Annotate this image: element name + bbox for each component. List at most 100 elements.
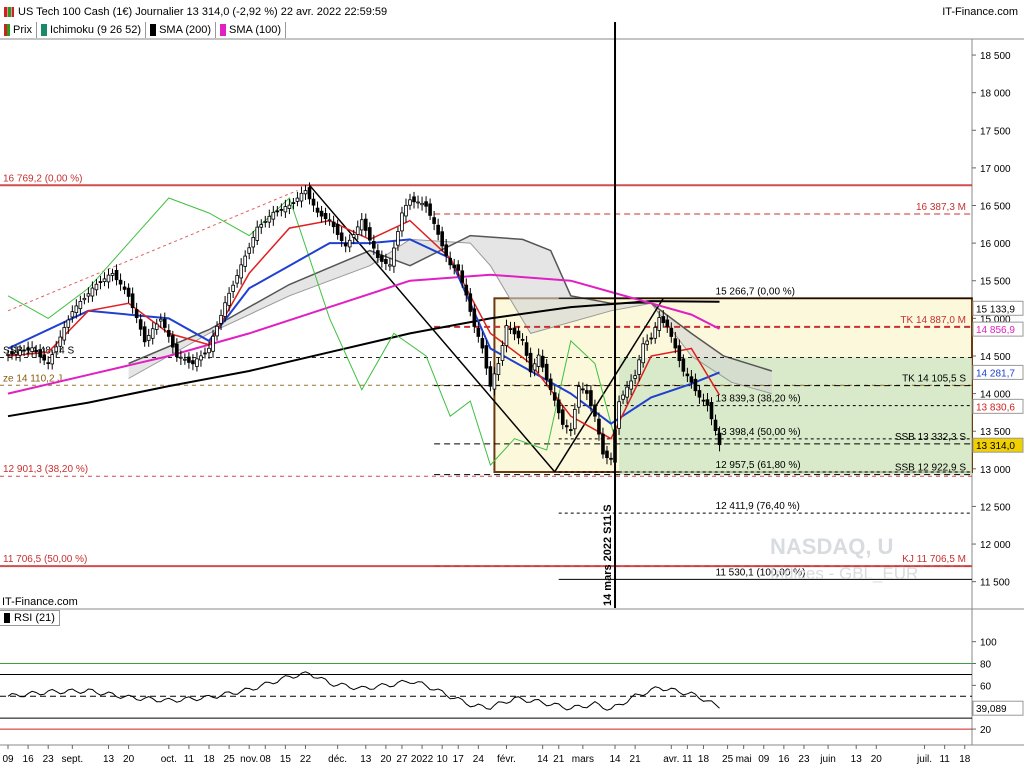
candle-body: [70, 311, 75, 318]
y-tick-label: 18 500: [980, 51, 1011, 62]
x-tick-label: 15: [280, 754, 292, 765]
x-tick-label: 10: [437, 754, 449, 765]
candle-body: [355, 226, 360, 235]
candle-body: [520, 338, 525, 341]
price-tag-label: 14 856,9: [976, 325, 1015, 336]
x-tick-label: nov.: [240, 754, 258, 765]
rsi-label: RSI (21): [14, 612, 55, 624]
candle-body: [404, 204, 408, 217]
candle-body: [227, 292, 231, 306]
rsi-legend[interactable]: RSI (21): [0, 610, 60, 626]
candle-body: [420, 202, 424, 206]
candle-body: [589, 390, 593, 407]
candle-body: [259, 224, 264, 228]
candle-body: [476, 327, 481, 337]
candle-body: [283, 206, 288, 213]
candle-body: [508, 328, 513, 331]
candle-body: [372, 241, 376, 249]
candle-body: [408, 199, 412, 206]
candle-body: [673, 338, 678, 349]
candle-body: [448, 257, 452, 266]
candle-body: [384, 259, 388, 264]
x-tick-label: 14: [609, 754, 621, 765]
y-tick-label: 12 500: [980, 502, 1011, 513]
candle-body: [552, 392, 557, 401]
x-tick-label: déc.: [328, 754, 347, 765]
candle-body: [102, 278, 107, 282]
legend-item-sma200[interactable]: SMA (200): [146, 22, 217, 38]
candle-body: [661, 316, 666, 324]
rsi-tick-label: 100: [980, 638, 997, 649]
legend-item-price[interactable]: Prix: [0, 22, 37, 38]
candle-body: [279, 208, 284, 211]
candle-body: [315, 207, 320, 213]
candle-body: [432, 217, 436, 224]
legend-swatch: [220, 24, 227, 36]
legend-label: SMA (100): [229, 24, 281, 36]
candle-body: [223, 302, 227, 317]
candle-body: [577, 386, 581, 408]
candle-body: [685, 373, 690, 377]
trend-line: [7, 190, 298, 312]
candle-body: [380, 255, 384, 262]
candle-body: [400, 212, 404, 232]
candle-body: [573, 408, 577, 430]
candle-body: [106, 274, 111, 283]
candle-body: [556, 399, 561, 414]
candle-body: [456, 264, 461, 271]
legend-item-sma100[interactable]: SMA (100): [216, 22, 286, 38]
candle-body: [440, 231, 444, 247]
legend-swatch: [40, 24, 47, 36]
y-tick-label: 14 500: [980, 352, 1011, 363]
candle-body: [18, 350, 22, 356]
x-tick-label: 08: [260, 754, 272, 765]
candle-body: [532, 363, 537, 371]
candle-body: [581, 388, 585, 391]
candle-body: [50, 354, 55, 365]
candle-body: [146, 335, 151, 341]
candle-body: [219, 314, 223, 324]
y-tick-label: 17 000: [980, 164, 1011, 175]
candle-body: [597, 418, 601, 435]
candle-body: [319, 210, 324, 217]
x-tick-label: avr.: [663, 754, 679, 765]
candle-body: [187, 356, 191, 363]
legend-swatch: [4, 24, 10, 36]
candle-body: [255, 226, 260, 241]
candle-body: [392, 247, 396, 267]
x-tick-label: 25: [722, 754, 734, 765]
candle-body: [460, 270, 465, 283]
candle-body: [641, 343, 645, 364]
x-tick-label: 11: [682, 754, 693, 765]
x-tick-label: 09: [2, 754, 14, 765]
candle-body: [118, 279, 123, 285]
x-tick-label: 20: [380, 754, 392, 765]
candle-body: [339, 232, 344, 241]
watermark-market: Indices - GBL_EUR: [770, 564, 919, 583]
candle-body: [516, 330, 521, 339]
fib-level-label: 13 839,3 (38,20 %): [716, 394, 801, 405]
candle-body: [436, 224, 440, 235]
candle-body: [191, 360, 195, 365]
candle-body: [14, 351, 18, 355]
candle-body: [536, 354, 541, 367]
candle-body: [504, 325, 509, 347]
level-label: SSB 13 332,3 S: [895, 432, 966, 443]
y-tick-label: 13 500: [980, 427, 1011, 438]
rsi-tick-label: 20: [980, 725, 992, 736]
candle-body: [183, 358, 187, 361]
x-tick-label: 18: [203, 754, 215, 765]
candle-body: [484, 345, 489, 369]
x-tick-label: 11: [939, 754, 950, 765]
candle-body: [211, 335, 215, 352]
candle-body: [299, 192, 304, 202]
rsi-value-label: 39,089: [976, 704, 1007, 715]
candle-body: [287, 204, 292, 209]
legend-label: Prix: [13, 24, 32, 36]
candle-body: [464, 284, 469, 296]
x-tick-label: 21: [630, 754, 642, 765]
candle-body: [621, 394, 625, 400]
y-tick-label: 18 000: [980, 89, 1011, 100]
candle-body: [195, 358, 199, 367]
legend-item-ichimoku[interactable]: Ichimoku (9 26 52): [37, 22, 147, 38]
